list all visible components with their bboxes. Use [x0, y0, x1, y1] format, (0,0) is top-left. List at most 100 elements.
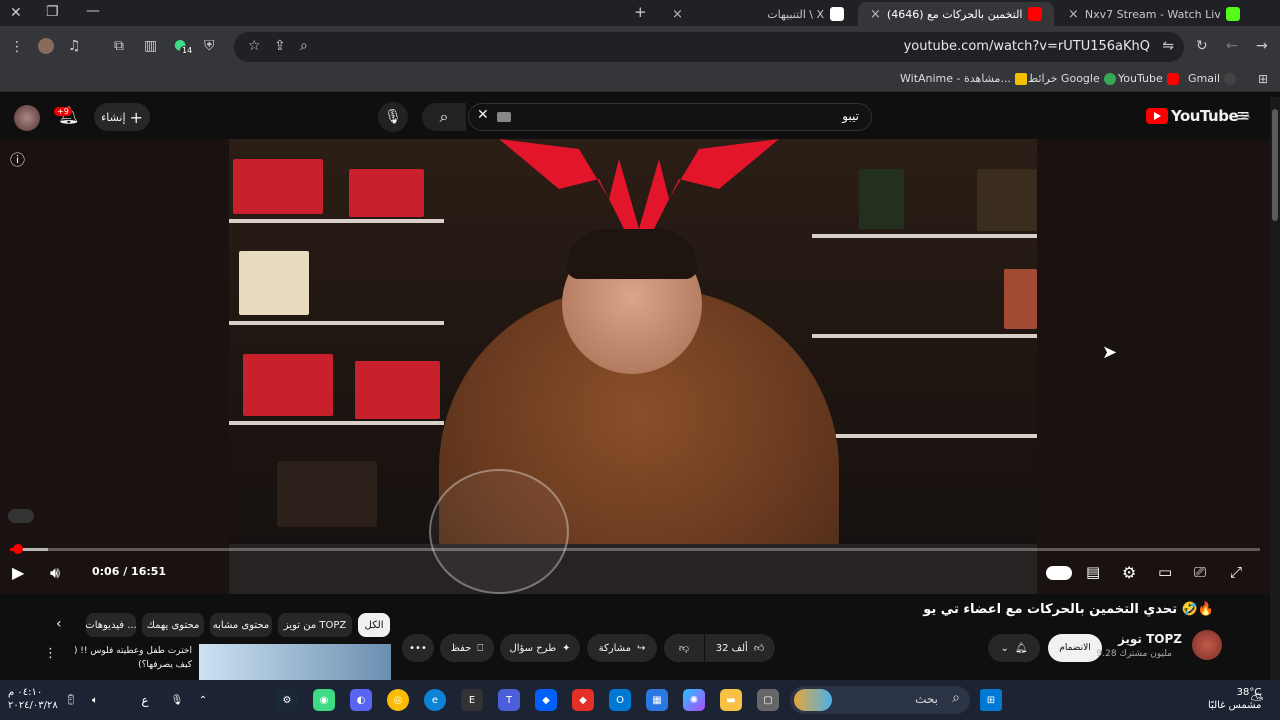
bookmark-label: خرائط Google	[1028, 72, 1100, 85]
windows-start-icon[interactable]: ⊞	[980, 689, 1002, 711]
profile-avatar[interactable]	[38, 38, 54, 54]
notification-pref-button[interactable]: ⌄ 🔔︎	[988, 634, 1040, 662]
subtitles-icon[interactable]: ▤	[1086, 563, 1100, 581]
app-window-icon[interactable]: ▢	[757, 689, 779, 711]
edge-icon[interactable]: e	[424, 689, 446, 711]
hamburger-menu-icon[interactable]: ≡	[1236, 106, 1250, 126]
like-count: 32 ألف	[715, 642, 748, 654]
bookmark-youtube[interactable]: YouTube	[1118, 72, 1179, 85]
volume-icon[interactable]: 🔊︎	[50, 563, 60, 583]
menu-dots-icon[interactable]: ⋮	[10, 39, 24, 55]
window-restore-icon[interactable]: ❐	[46, 4, 59, 20]
android-studio-icon[interactable]: ◉	[313, 689, 335, 711]
battery-icon[interactable]: 🔋︎	[60, 689, 82, 711]
chip-all[interactable]: الكل	[358, 613, 390, 637]
copilot-icon[interactable]: ✺	[683, 689, 705, 711]
window-close-icon[interactable]: ✕	[10, 5, 22, 21]
share-button[interactable]: مشاركة ↪	[587, 634, 657, 662]
tab-kick-stream[interactable]: × Nxv7 Stream - Watch Live on K	[1056, 2, 1252, 26]
theater-mode-icon[interactable]: ▭	[1158, 563, 1172, 581]
clear-search-icon[interactable]: ✕	[477, 107, 489, 123]
info-icon[interactable]: ⓘ	[10, 149, 25, 170]
fullscreen-icon[interactable]: ⤢	[1230, 563, 1242, 581]
shield-icon[interactable]: ⛨	[204, 38, 215, 54]
back-icon[interactable]: →	[1256, 38, 1268, 54]
system-clock[interactable]: ٠٤:١٠ م ٢٠٢٤/٠٣/٢٨	[8, 686, 58, 712]
chips-scroll-left-icon[interactable]: ‹	[56, 616, 62, 632]
channel-avatar[interactable]	[1192, 630, 1222, 660]
media-control-icon[interactable]: ♫	[68, 38, 81, 54]
tab-close-icon[interactable]: ×	[672, 7, 683, 22]
account-avatar[interactable]	[14, 105, 40, 131]
page-scrollbar[interactable]	[1270, 97, 1280, 680]
keyboard-icon[interactable]	[497, 112, 511, 122]
video-player[interactable]: ⓘ ➤ ▶ 🔊︎ 0:06 / 16:51 ▤ ⚙ ▭ ⎚ ⤢	[0, 139, 1270, 594]
save-button[interactable]: حفظ ⎕	[440, 634, 494, 662]
epic-games-icon[interactable]: E	[461, 689, 483, 711]
dropbox-icon[interactable]: ◆	[535, 689, 557, 711]
create-button[interactable]: إنشاء +	[94, 103, 150, 131]
microphone-icon[interactable]: 🎙︎	[166, 689, 188, 711]
extension-icon[interactable]: ▥	[144, 38, 157, 54]
search-button[interactable]: ⌕	[422, 103, 466, 131]
tab-close-icon[interactable]: ×	[1068, 7, 1079, 22]
bookmark-gmail[interactable]: Gmail	[1188, 72, 1237, 85]
steam-icon[interactable]: ⚙	[276, 689, 298, 711]
chip-for-you[interactable]: محتوى يهمك	[142, 613, 204, 637]
cast-icon[interactable]: ⎚	[1194, 563, 1206, 581]
tab-close-icon[interactable]: ×	[870, 7, 881, 22]
related-video-thumbnail[interactable]	[199, 644, 391, 680]
teams-icon[interactable]: T	[498, 689, 520, 711]
play-button[interactable]: ▶	[12, 563, 24, 582]
outlook-icon[interactable]: O	[609, 689, 631, 711]
taskbar-search[interactable]: بحث ⌕	[790, 686, 970, 714]
discord-icon[interactable]: ◐	[350, 689, 372, 711]
mic-icon: 🎙︎	[384, 109, 402, 125]
more-actions-button[interactable]: •••	[402, 634, 434, 662]
new-tab-button[interactable]: +	[634, 3, 647, 21]
settings-gear-icon[interactable]: ⚙	[1122, 563, 1136, 582]
mouse-cursor-icon: ➤	[1102, 342, 1118, 363]
join-button[interactable]: الانضمام	[1048, 634, 1102, 662]
window-minimize-icon[interactable]: —	[86, 3, 100, 19]
chrome-icon[interactable]: ◎	[387, 689, 409, 711]
input-language[interactable]: ع	[134, 689, 156, 711]
apps-grid-icon[interactable]: ⊞	[1258, 72, 1268, 86]
extensions-icon[interactable]: ⧉	[114, 38, 124, 54]
progress-bar[interactable]	[10, 544, 1260, 554]
file-explorer-icon[interactable]: ▬	[720, 689, 742, 711]
related-video-title[interactable]: اخترت طفل وعطيته فلوس !! ( كيف يصرفها؟)	[62, 644, 192, 672]
chip-videos[interactable]: فيديوهات ...	[85, 613, 137, 637]
voice-search-button[interactable]: 🎙︎	[378, 102, 408, 132]
bookmark-star-icon[interactable]: ☆	[248, 38, 261, 54]
scrollbar-thumb[interactable]	[1272, 109, 1278, 221]
bookmark-google-maps[interactable]: خرائط Google	[1028, 72, 1116, 85]
chip-related[interactable]: محتوى مشابه	[210, 613, 272, 637]
forward-icon[interactable]: ←	[1226, 38, 1238, 54]
bookmark-witanime[interactable]: WitAnime - مشاهدة...	[900, 72, 1027, 85]
ask-button[interactable]: طرح سؤال ✦	[500, 634, 580, 662]
zoom-icon[interactable]: ⌕	[300, 38, 308, 54]
autoplay-toggle[interactable]	[1046, 566, 1072, 580]
video-title: تحدي التخمين بالحركات مع اعضاء تي يو 🤣🔥	[923, 602, 1214, 617]
speaker-icon[interactable]: 🔈︎	[84, 689, 106, 711]
chip-from-channel[interactable]: من تويز TOPZ	[278, 613, 352, 637]
app-red-icon[interactable]: ◆	[572, 689, 594, 711]
channel-name[interactable]: تويز TOPZ	[1118, 632, 1182, 646]
site-settings-icon[interactable]: ⇋	[1162, 38, 1174, 54]
share-icon[interactable]: ⇪	[274, 38, 286, 54]
scrubber-handle[interactable]	[12, 544, 23, 554]
like-button[interactable]: 32 ألف 👍︎	[705, 634, 775, 662]
related-more-icon[interactable]: ⋮	[44, 646, 57, 661]
reload-icon[interactable]: ↻	[1196, 38, 1208, 54]
search-input[interactable]: ✕ تيبو	[468, 103, 872, 131]
tray-chevron-up-icon[interactable]: ⌃	[192, 689, 214, 711]
red-box	[233, 159, 323, 214]
store-icon[interactable]: ▦	[646, 689, 668, 711]
dislike-button[interactable]: 👎︎	[664, 634, 704, 662]
address-bar[interactable]: ☆ ⇪ ⌕ youtube.com/watch?v=rUTU156aKhQ ⇋	[234, 32, 1184, 62]
youtube-logo[interactable]: YouTube SA	[1146, 107, 1250, 125]
channel-watermark-icon[interactable]	[8, 509, 34, 523]
tab-youtube-video[interactable]: × (4646) تحدي التخمين بالحركات مع	[858, 2, 1054, 26]
tab-notifications-x[interactable]: × التنبيهات \ X	[660, 2, 856, 26]
